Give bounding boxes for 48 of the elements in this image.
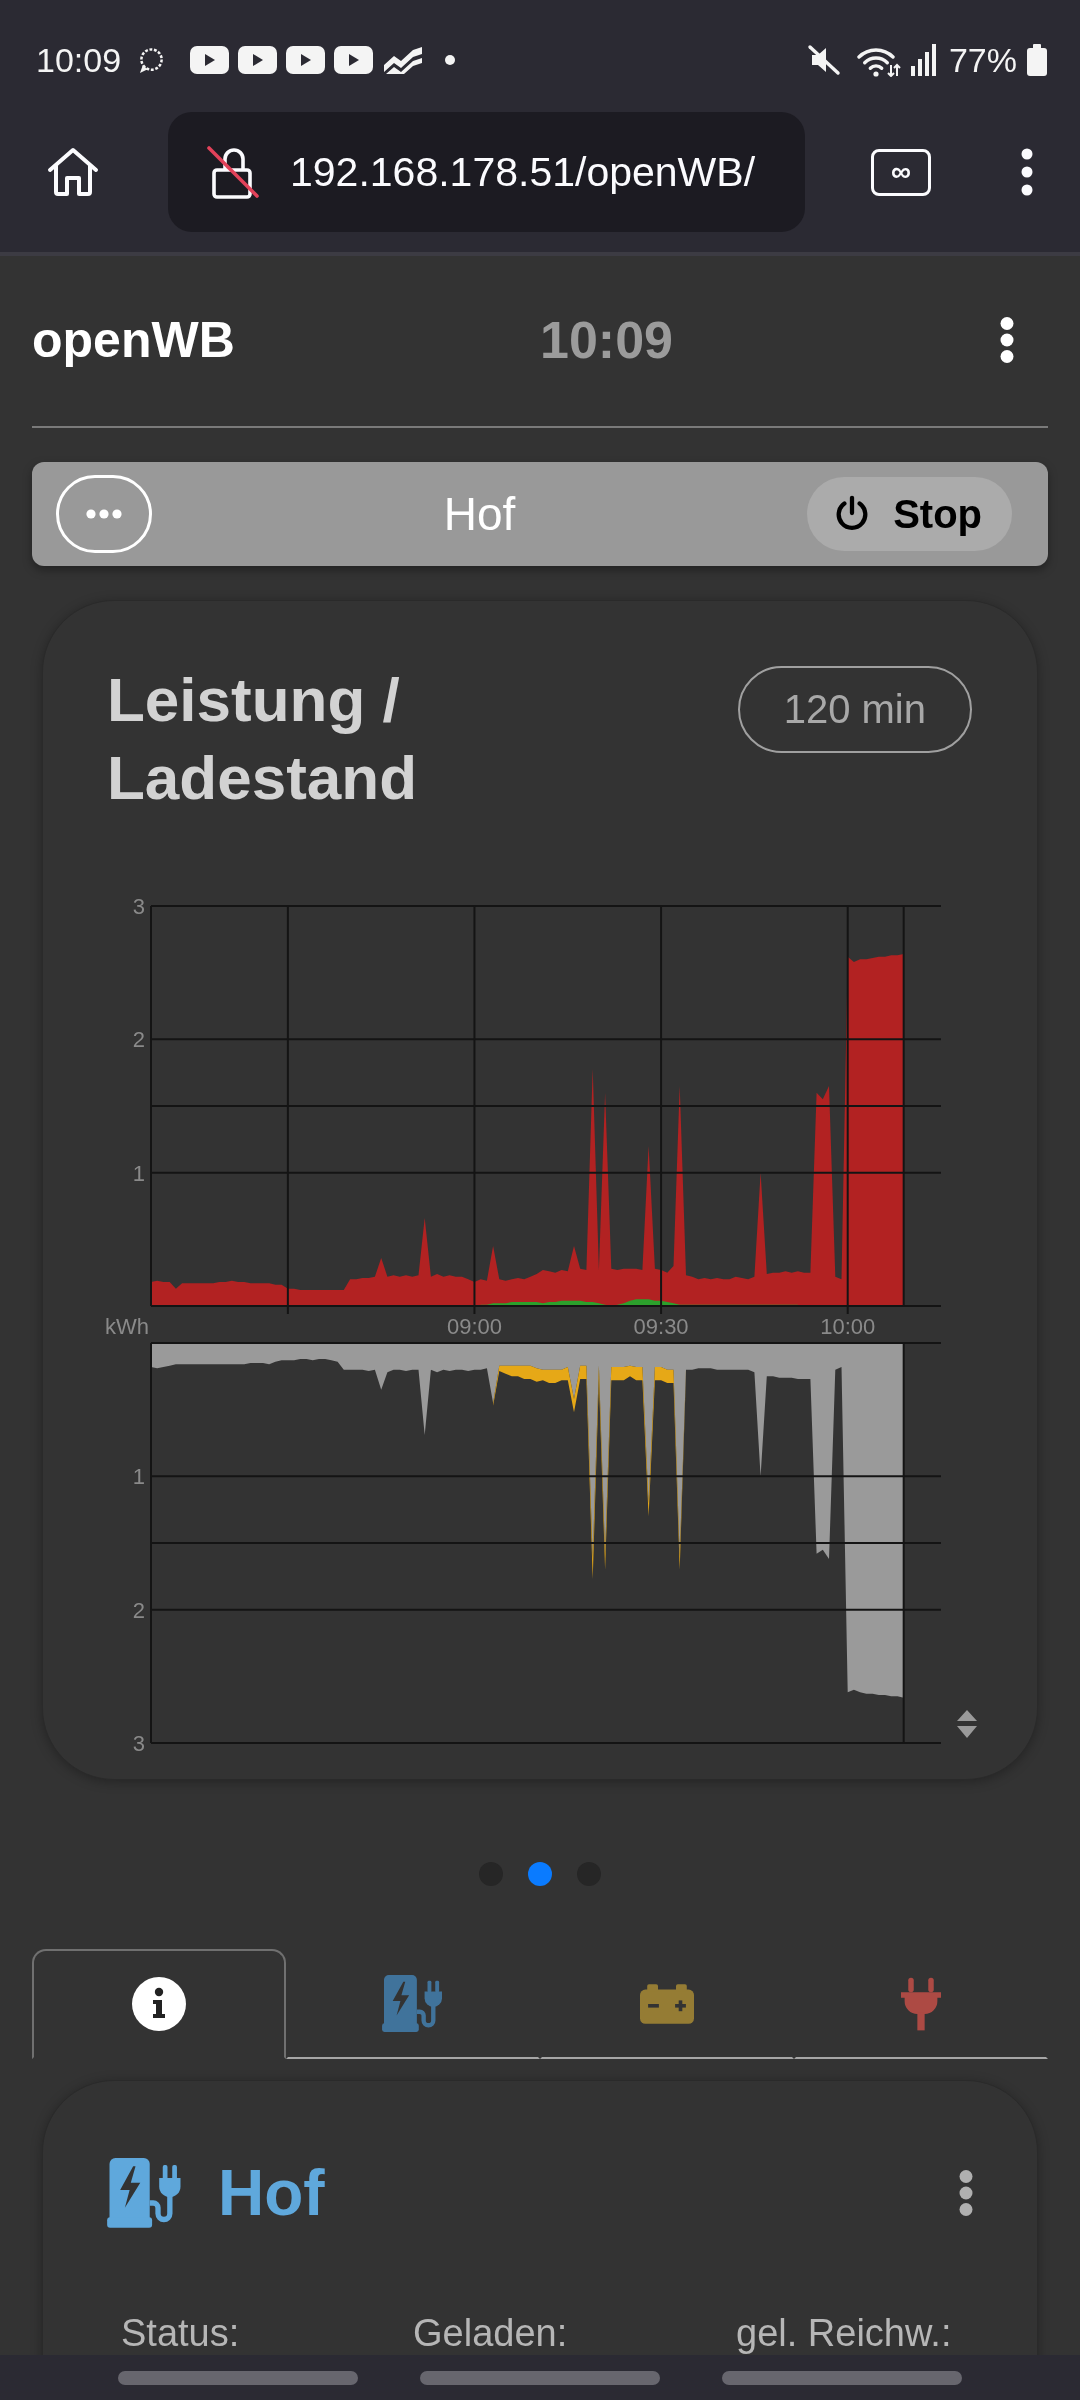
tick-label: 09:30 [633,1314,689,1339]
ellipsis-icon [86,509,122,519]
video-app-icon [238,46,278,74]
tabs-button[interactable]: ∞ [871,148,931,196]
pager-dot[interactable] [528,1862,552,1886]
menu-icon[interactable] [1000,317,1014,363]
card-title: Leistung / Ladestand [107,664,419,814]
header-clock: 10:09 [540,310,673,370]
charging-station-icon [107,2157,183,2229]
up-down-icon[interactable] [956,1709,978,1739]
field-label: gel. Reichw.: [736,2313,952,2353]
video-app-icon [334,46,374,74]
battery-percentage: 77% [948,40,1017,80]
menu-icon[interactable] [1020,147,1034,197]
menu-icon[interactable] [959,2170,973,2216]
chargepoint-title: Hof [218,2156,325,2230]
mute-icon [806,44,841,76]
info-icon [132,1977,186,2031]
signal-icon [910,44,937,76]
tick-label: 3 [132,894,145,919]
status-time: 10:09 [36,40,122,80]
field-label: Geladen: [413,2313,569,2353]
tick-label: 10:00 [820,1314,876,1339]
notification-dot-icon [445,55,456,65]
video-app-icon [286,46,326,74]
field-label: Status: [121,2313,241,2353]
axis-unit-label: kWh [105,1314,149,1339]
app-title: openWB [32,311,235,369]
battery-icon [640,1984,694,2024]
tab[interactable] [32,1949,286,2059]
charging-station-icon [382,1975,444,2033]
tick-label: 1 [132,1160,145,1186]
chat-bubble-icon [138,46,166,74]
plug-icon [901,1977,941,2031]
video-app-icon [190,46,230,74]
tick-label: 3 [132,1731,145,1756]
battery-icon [1027,44,1047,76]
stock-chart-icon [383,46,424,74]
address-bar[interactable]: 192.168.178.51/openWB/ [168,112,805,232]
crossed-lock-icon [205,144,261,200]
tick-label: 09:00 [446,1314,502,1339]
stop-button[interactable]: Stop [807,477,1012,551]
more-button[interactable] [56,475,152,553]
time-range-button[interactable]: 120 min [737,666,972,753]
chargepoint-name: Hof [443,487,516,541]
tick-label: 2 [132,1597,145,1623]
tick-label: 2 [132,1027,145,1053]
tick-label: 1 [132,1464,145,1490]
